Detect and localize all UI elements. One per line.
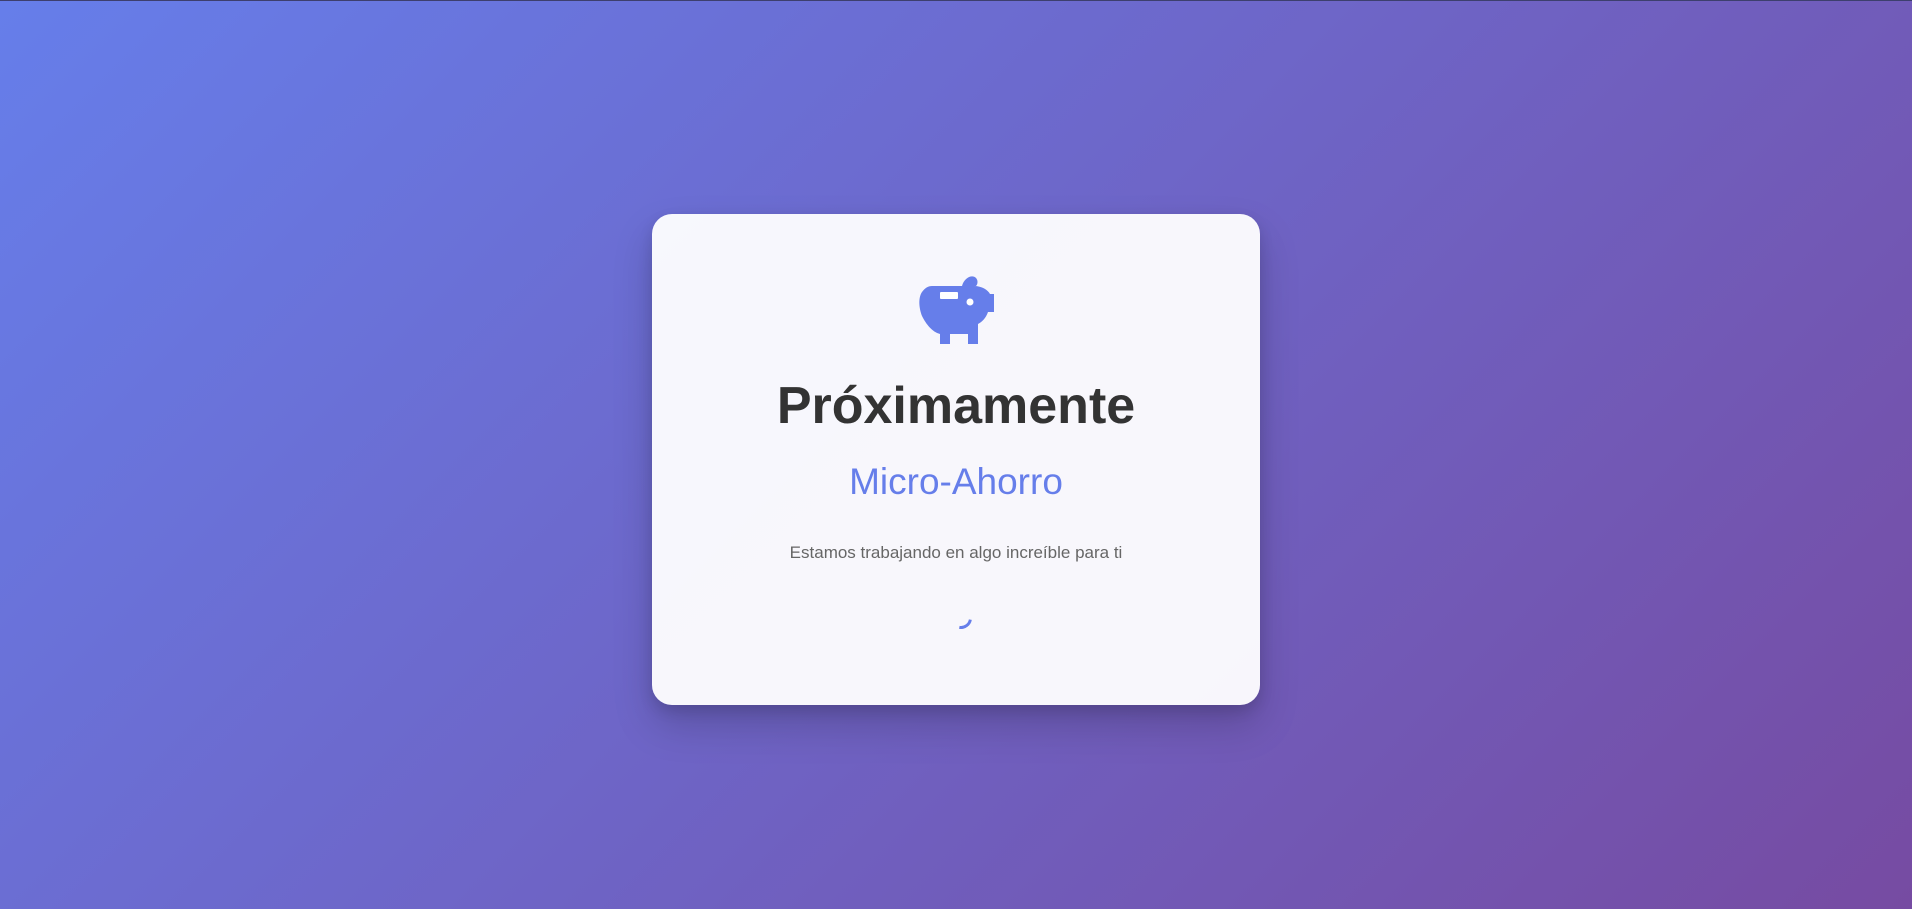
- loading-spinner: [945, 602, 977, 634]
- window-top-border: [0, 0, 1912, 1]
- product-name: Micro-Ahorro: [849, 461, 1063, 502]
- description-text: Estamos trabajando en algo increíble par…: [789, 543, 1123, 562]
- page-title: Próximamente: [776, 377, 1136, 435]
- piggy-bank-icon: [919, 276, 994, 344]
- coming-soon-card: Próximamente Micro-Ahorro Estamos trabaj…: [652, 214, 1260, 705]
